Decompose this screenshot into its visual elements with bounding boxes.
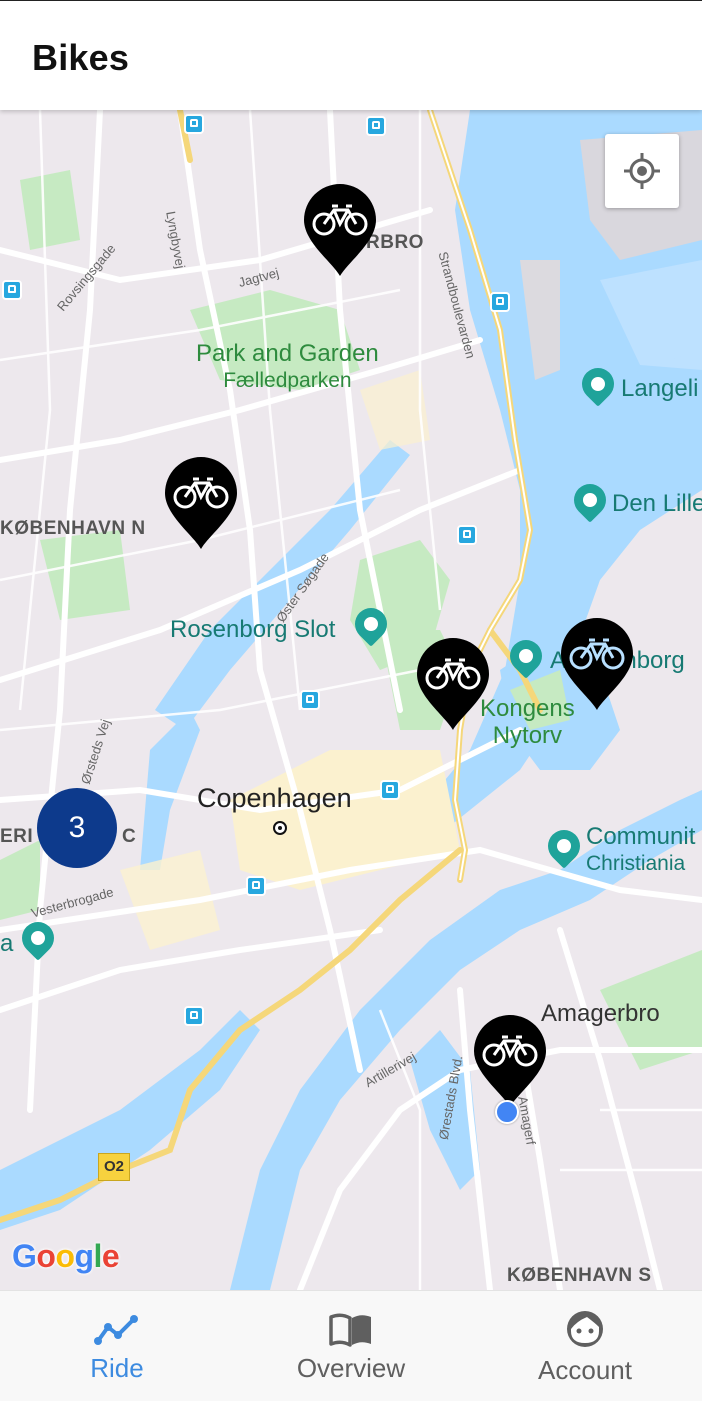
google-logo-letter: e xyxy=(101,1238,120,1274)
app-bar: Bikes xyxy=(0,0,702,110)
poi-label-community: Communit Christiania xyxy=(586,823,695,877)
bottom-navigation: Ride Overview Account xyxy=(0,1290,702,1401)
area-label-amagerbro: Amagerbro xyxy=(541,1000,660,1027)
poi-kongens-line2: Nytorv xyxy=(492,722,563,749)
page-title: Bikes xyxy=(32,37,130,78)
district-label-kobenhavn-n: KØBENHAVN N xyxy=(0,518,146,539)
route-badge: O2 xyxy=(98,1153,130,1181)
poi-label-rosenborg: Rosenborg Slot xyxy=(170,616,336,643)
google-logo-letter: o xyxy=(36,1238,56,1274)
google-logo: Google xyxy=(12,1238,120,1275)
bike-marker-icon[interactable] xyxy=(302,184,378,278)
bike-marker-icon[interactable] xyxy=(163,457,239,551)
book-icon xyxy=(329,1313,371,1347)
poi-park-line2: Fælledparken xyxy=(223,369,352,392)
google-logo-letter: o xyxy=(55,1238,75,1274)
user-location-dot xyxy=(495,1100,519,1124)
nav-label-ride: Ride xyxy=(90,1353,144,1383)
poi-park-line1: Park and Garden xyxy=(196,340,379,367)
poi-label-langelinie: Langeli xyxy=(621,375,699,402)
nav-item-ride[interactable]: Ride xyxy=(0,1291,234,1401)
my-location-icon xyxy=(624,153,660,189)
map-view[interactable]: Lyngbyvej Jagtvej Rovsingsgade Strandbou… xyxy=(0,110,702,1290)
google-logo-letter: g xyxy=(74,1238,94,1274)
bike-marker-icon[interactable] xyxy=(559,618,635,712)
metro-station-icon xyxy=(246,876,266,896)
metro-station-icon xyxy=(490,292,510,312)
district-label-eri: ERI xyxy=(0,826,34,847)
google-logo-letter: l xyxy=(93,1238,103,1274)
city-label-copenhagen: Copenhagen xyxy=(197,783,352,813)
poi-community-line2: Christiania xyxy=(586,852,686,875)
poi-label-a: a xyxy=(0,930,14,957)
metro-station-icon xyxy=(300,690,320,710)
google-logo-letter: G xyxy=(12,1238,37,1274)
metro-station-icon xyxy=(184,114,204,134)
metro-station-icon xyxy=(457,525,477,545)
city-center-dot xyxy=(273,821,287,835)
district-label-kobenhavn-s: KØBENHAVN S xyxy=(507,1265,652,1286)
bike-marker-icon[interactable] xyxy=(472,1015,548,1109)
my-location-button[interactable] xyxy=(605,134,679,208)
nav-label-account: Account xyxy=(538,1355,632,1385)
district-label-c: C xyxy=(122,826,137,847)
bike-marker-icon[interactable] xyxy=(415,638,491,732)
poi-label-park: Park and Garden Fælledparken xyxy=(196,340,379,394)
bike-cluster-marker[interactable]: 3 xyxy=(37,788,117,868)
nav-item-account[interactable]: Account xyxy=(468,1291,702,1401)
face-icon xyxy=(567,1311,603,1347)
metro-station-icon xyxy=(366,116,386,136)
poi-community-line1: Communit xyxy=(586,823,696,850)
metro-station-icon xyxy=(380,780,400,800)
metro-station-icon xyxy=(184,1006,204,1026)
ride-graph-icon xyxy=(94,1315,138,1345)
metro-station-icon xyxy=(2,280,22,300)
nav-item-overview[interactable]: Overview xyxy=(234,1291,468,1401)
nav-label-overview: Overview xyxy=(296,1353,406,1383)
poi-label-den-lille: Den Lille xyxy=(612,490,702,517)
